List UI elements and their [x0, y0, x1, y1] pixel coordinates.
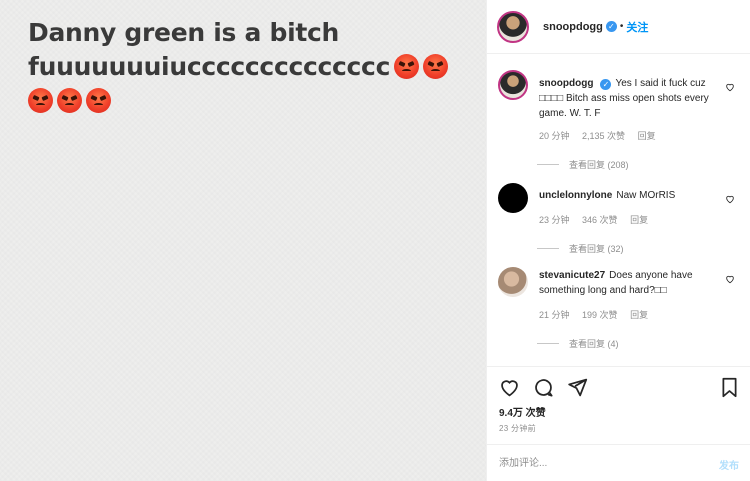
comment-meta: 20 分钟 2,135 次赞 回复: [539, 129, 727, 142]
comment-time: 21 分钟: [539, 310, 570, 320]
view-replies-label: 查看回复 (4): [569, 339, 619, 349]
comment-item: unclelonnylone Naw MOrRIS 23 分钟 346 次赞 回复…: [487, 178, 750, 256]
avatar[interactable]: [498, 70, 528, 100]
verified-badge-icon: ✓: [605, 21, 617, 32]
follow-button[interactable]: 关注: [626, 19, 648, 35]
avatar[interactable]: [498, 267, 528, 297]
view-replies-button[interactable]: 查看回复 (4): [537, 337, 727, 350]
comment-likes[interactable]: 346 次赞: [582, 215, 618, 225]
comment-username[interactable]: snoopdogg: [539, 78, 593, 89]
comment-bubble-icon[interactable]: [533, 377, 554, 398]
comment-item: snoopdogg ✓ Yes I said it fuck cuz □□□□ Bi…: [487, 60, 750, 178]
add-comment-bar: 发布: [487, 444, 750, 481]
angry-face-icon: [28, 88, 53, 113]
comment-time: 20 分钟: [539, 131, 570, 141]
post-comment-button[interactable]: 发布: [719, 457, 739, 472]
comment-time: 23 分钟: [539, 215, 570, 225]
comment-meta: 23 分钟 346 次赞 回复: [539, 213, 727, 226]
post-caption-image-text: Danny green is a bitch fuuuuuuuiuccccccc…: [28, 16, 478, 118]
view-replies-button[interactable]: 查看回复 (208): [537, 158, 727, 171]
comment-item: stevanicute27 Does anyone have something …: [487, 256, 750, 356]
like-count[interactable]: 9.4万 次赞: [499, 404, 546, 419]
comment-text: snoopdogg ✓ Yes I said it fuck cuz □□□□ Bi…: [539, 60, 727, 121]
heart-icon[interactable]: [725, 82, 735, 92]
heart-icon[interactable]: [725, 194, 735, 204]
comment-input[interactable]: [499, 454, 699, 472]
post-text-line-2: fuuuuuuuiucccccccccccccc: [28, 50, 478, 84]
comment-meta: 21 分钟 199 次赞 回复: [539, 308, 727, 321]
reply-button[interactable]: 回复: [630, 310, 648, 320]
angry-face-icon: [394, 54, 420, 79]
angry-face-icon: [57, 88, 82, 113]
angry-face-icon: [423, 54, 449, 79]
comment-likes[interactable]: 199 次赞: [582, 310, 618, 320]
reply-button[interactable]: 回复: [638, 131, 656, 141]
post-text-line-1: Danny green is a bitch: [28, 18, 340, 47]
replies-line: [537, 343, 559, 344]
bookmark-icon[interactable]: [720, 377, 739, 398]
angry-face-icon: [86, 88, 111, 113]
post-sidebar: snoopdogg ✓ • 关注 snoopdogg ✓ Yes I said it…: [486, 0, 750, 481]
view-replies-label: 查看回复 (208): [569, 160, 629, 170]
replies-line: [537, 164, 559, 165]
emoji-row: [24, 84, 478, 118]
share-send-icon[interactable]: [567, 377, 588, 398]
heart-icon[interactable]: [725, 274, 735, 284]
view-replies-label: 查看回复 (32): [569, 244, 624, 254]
replies-line: [537, 248, 559, 249]
verified-badge-icon: ✓: [600, 79, 612, 90]
comment-username[interactable]: unclelonnylone: [539, 190, 612, 201]
comment-text: stevanicute27 Does anyone have something …: [539, 256, 727, 298]
post-time: 23 分钟前: [499, 424, 536, 433]
post-header: snoopdogg ✓ • 关注: [487, 0, 750, 54]
reply-button[interactable]: 回复: [630, 215, 648, 225]
action-icons: [499, 377, 588, 398]
comment-likes[interactable]: 2,135 次赞: [582, 131, 625, 141]
avatar[interactable]: [498, 183, 528, 213]
bookmark-button[interactable]: [720, 377, 739, 398]
comment-text: unclelonnylone Naw MOrRIS: [539, 178, 727, 203]
separator-dot: •: [619, 21, 624, 32]
like-heart-icon[interactable]: [499, 377, 520, 398]
header-username[interactable]: snoopdogg: [543, 21, 603, 33]
post-image: Danny green is a bitch fuuuuuuuiuccccccc…: [0, 0, 486, 481]
view-replies-button[interactable]: 查看回复 (32): [537, 242, 727, 255]
post-text-line-2-text: fuuuuuuuiucccccccccccccc: [28, 52, 391, 81]
comments-list: snoopdogg ✓ Yes I said it fuck cuz □□□□ Bi…: [487, 60, 750, 356]
avatar[interactable]: [497, 10, 529, 43]
comment-body: Naw MOrRIS: [616, 190, 676, 201]
comment-username[interactable]: stevanicute27: [539, 270, 605, 281]
post-actions: 9.4万 次赞 23 分钟前 发布: [487, 366, 750, 481]
